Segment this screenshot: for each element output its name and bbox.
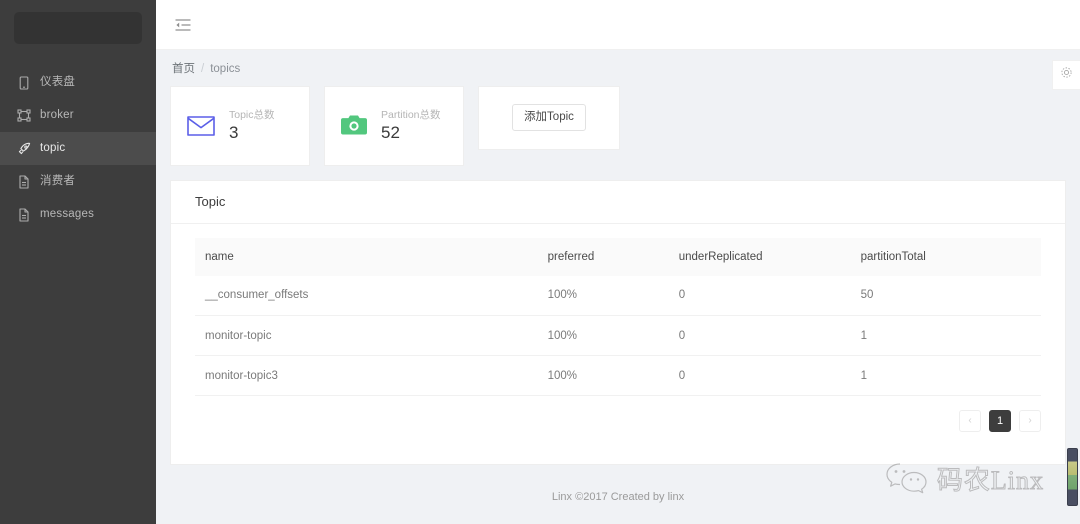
sidebar-logo	[14, 12, 142, 44]
stat-card-value: 3	[229, 123, 239, 143]
cell-underreplicated: 0	[668, 275, 851, 316]
cell-partitiontotal: 1	[850, 315, 1041, 356]
stat-card-partition-total: Partition总数 52	[324, 85, 464, 166]
footer-text: Linx ©2017 Created by linx	[551, 491, 685, 503]
app-root: 仪表盘 broker topic 消费者 messages 首页 / topic…	[0, 0, 1080, 524]
cell-name: monitor-topic3	[195, 355, 538, 396]
pagination: ‹ 1 ›	[171, 396, 1065, 432]
cell-underreplicated: 0	[668, 315, 851, 356]
cell-preferred: 100%	[537, 315, 669, 356]
cell-underreplicated: 0	[668, 355, 851, 396]
settings-tab[interactable]	[1052, 60, 1080, 90]
sidebar-item-label: 消费者	[40, 174, 76, 187]
menu-fold-icon[interactable]	[172, 14, 194, 36]
sidebar: 仪表盘 broker topic 消费者 messages	[0, 0, 156, 524]
add-topic-button[interactable]: 添加Topic	[512, 104, 586, 131]
envelope-icon	[187, 115, 215, 137]
table-card-title: Topic	[171, 181, 1065, 224]
sidebar-item-label: messages	[40, 207, 95, 220]
content-area: 首页 / topics Topic总数 3 Partition总数 52 添加T…	[156, 50, 1080, 470]
table-row[interactable]: __consumer_offsets 100% 0 50	[195, 275, 1041, 316]
table-wrapper: name preferred underReplicated partition…	[171, 224, 1065, 396]
footer: Linx ©2017 Created by linx	[156, 470, 1080, 524]
column-header-preferred: preferred	[537, 237, 669, 276]
table-row[interactable]: monitor-topic 100% 0 1	[195, 315, 1041, 356]
column-header-underreplicated: underReplicated	[668, 237, 851, 276]
stat-card-title: Partition总数	[381, 108, 441, 121]
sidebar-item-label: 仪表盘	[40, 75, 76, 88]
pagination-next-button[interactable]: ›	[1019, 410, 1041, 432]
cell-name: monitor-topic	[195, 315, 538, 356]
breadcrumb-current: topics	[210, 63, 241, 75]
rocket-icon	[17, 142, 31, 156]
column-header-name: name	[195, 237, 538, 276]
camera-icon	[341, 114, 367, 137]
cell-preferred: 100%	[537, 355, 669, 396]
topbar	[156, 0, 1080, 50]
sidebar-item-broker[interactable]: broker	[0, 99, 156, 132]
stat-cards-row: Topic总数 3 Partition总数 52 添加Topic	[170, 85, 1066, 166]
topic-table: name preferred underReplicated partition…	[195, 237, 1041, 396]
cell-preferred: 100%	[537, 275, 669, 316]
breadcrumb-home[interactable]: 首页	[172, 63, 195, 76]
topic-table-card: Topic name preferred underReplicated par…	[170, 179, 1066, 465]
sidebar-item-label: topic	[40, 141, 66, 154]
cluster-icon	[17, 109, 31, 123]
sidebar-item-messages[interactable]: messages	[0, 198, 156, 231]
sidebar-item-consumers[interactable]: 消费者	[0, 165, 156, 198]
scroll-indicator[interactable]	[1067, 448, 1078, 506]
sidebar-item-dashboard[interactable]: 仪表盘	[0, 66, 156, 99]
breadcrumb: 首页 / topics	[170, 60, 1066, 86]
table-header-row: name preferred underReplicated partition…	[195, 237, 1041, 276]
sidebar-item-topic[interactable]: topic	[0, 132, 156, 165]
sidebar-item-label: broker	[40, 108, 74, 121]
cell-partitiontotal: 1	[850, 355, 1041, 396]
cell-name: __consumer_offsets	[195, 275, 538, 316]
tablet-icon	[17, 75, 31, 90]
file-icon	[17, 207, 31, 222]
stat-card-topic-total: Topic总数 3	[170, 85, 310, 166]
main-area: 首页 / topics Topic总数 3 Partition总数 52 添加T…	[156, 0, 1080, 524]
action-card: 添加Topic	[478, 85, 620, 150]
pagination-page-1[interactable]: 1	[989, 410, 1011, 432]
file-icon	[17, 174, 31, 189]
stat-card-value: 52	[381, 123, 400, 143]
column-header-partitiontotal: partitionTotal	[850, 237, 1041, 276]
table-row[interactable]: monitor-topic3 100% 0 1	[195, 355, 1041, 396]
gear-icon	[1060, 66, 1073, 84]
breadcrumb-separator: /	[201, 63, 205, 75]
stat-card-title: Topic总数	[229, 108, 275, 121]
cell-partitiontotal: 50	[850, 275, 1041, 316]
pagination-prev-button[interactable]: ‹	[959, 410, 981, 432]
sidebar-nav: 仪表盘 broker topic 消费者 messages	[0, 66, 156, 231]
